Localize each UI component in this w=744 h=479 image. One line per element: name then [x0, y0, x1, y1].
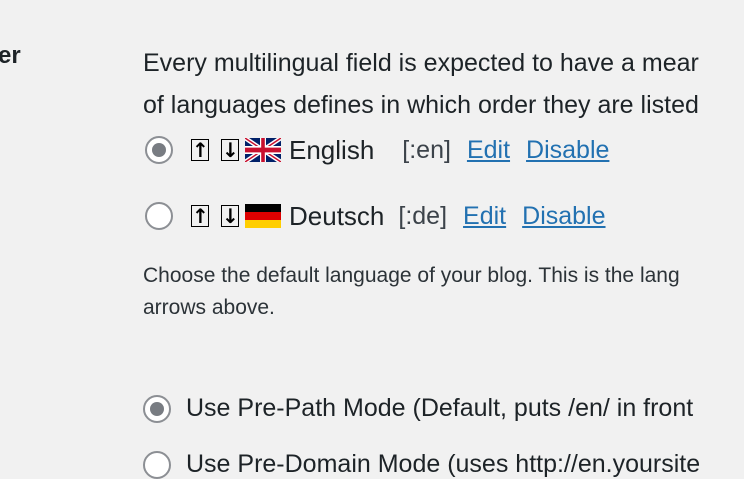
language-row-deutsch: ↑ ↓ Deutsch [:de] Edit Disable	[145, 196, 606, 236]
germany-flag-icon	[245, 204, 281, 228]
language-name: Deutsch	[289, 200, 385, 231]
edit-language-link[interactable]: Edit	[467, 136, 510, 165]
default-language-radio-deutsch[interactable]	[145, 202, 173, 230]
url-mode-option-pre-path: Use Pre-Path Mode (Default, puts /en/ in…	[143, 394, 693, 423]
language-row-english: ↑ ↓ English [:en] Edit Disable	[145, 130, 609, 170]
move-up-arrow-icon[interactable]: ↑	[191, 205, 209, 227]
help-line-2: arrows above.	[143, 296, 275, 319]
setting-row-label: er	[0, 42, 21, 69]
move-up-arrow-icon[interactable]: ↑	[191, 139, 209, 161]
url-mode-option-pre-domain: Use Pre-Domain Mode (uses http://en.your…	[143, 450, 700, 479]
move-down-arrow-icon[interactable]: ↓	[221, 205, 239, 227]
url-mode-label: Use Pre-Path Mode (Default, puts /en/ in…	[186, 394, 694, 422]
uk-flag-icon	[245, 138, 281, 162]
edit-language-link[interactable]: Edit	[463, 202, 506, 231]
description-line-2: of languages defines in which order they…	[143, 91, 699, 119]
language-name: English	[289, 134, 375, 165]
default-language-radio-english[interactable]	[145, 136, 173, 164]
language-code: [:en]	[402, 135, 451, 164]
disable-language-link[interactable]: Disable	[522, 202, 605, 231]
language-order-description: Every multilingual field is expected to …	[143, 42, 699, 126]
default-language-help-text: Choose the default language of your blog…	[143, 260, 680, 324]
disable-language-link[interactable]: Disable	[526, 136, 609, 165]
help-line-1: Choose the default language of your blog…	[143, 264, 680, 287]
move-down-arrow-icon[interactable]: ↓	[221, 139, 239, 161]
url-mode-label: Use Pre-Domain Mode (uses http://en.your…	[186, 450, 701, 478]
language-code: [:de]	[398, 201, 448, 230]
description-line-1: Every multilingual field is expected to …	[143, 49, 699, 77]
url-mode-radio-pre-path[interactable]	[143, 394, 171, 423]
url-mode-radio-pre-domain[interactable]	[143, 450, 171, 479]
